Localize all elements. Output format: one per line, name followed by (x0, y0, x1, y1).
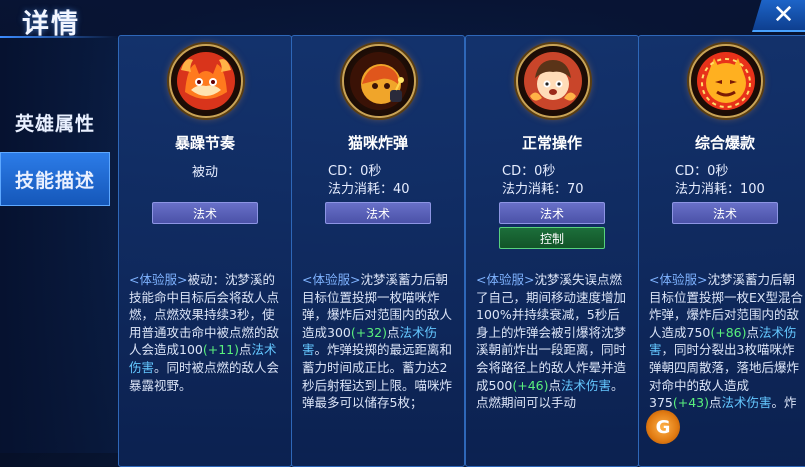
skill-name: 暴躁节奏 (174, 134, 235, 152)
skill-name: 正常操作 (521, 134, 582, 152)
surprised-hero-icon (524, 52, 582, 110)
skill-name: 猫咪炸弹 (347, 134, 408, 152)
tab-hero-attributes[interactable]: 英雄属性 (0, 96, 110, 148)
skill-description: <体验服>沈梦溪失误点燃了自己，期间移动速度增加100%并持续衰减，5秒后身上的… (476, 271, 632, 412)
damage-type-text: 法术伤害 (561, 377, 612, 393)
skill-cooldown: CD：0秒 (675, 164, 729, 179)
skill-description: <体验服>沈梦溪蓄力后朝目标位置投掷一枚喵咪炸弹，爆炸后对范围内的敌人造成300… (302, 271, 458, 412)
description-text: 点 (387, 324, 400, 340)
skill-description: <体验服>被动：沈梦溪的技能命中目标后会将敌人点燃，点燃效果持续3秒，使用普通攻… (129, 271, 285, 394)
skill-name: 综合爆款 (694, 134, 755, 152)
skill-icon-1 (169, 44, 243, 118)
badge-magic: 法术 (672, 202, 778, 224)
description-text: 。炸 (771, 395, 797, 411)
scaling-value: (+43) (672, 395, 709, 411)
skill-icon-2 (342, 44, 416, 118)
skill-card-2: 猫咪炸弹 CD：0秒 法力消耗：40 法术 <体验服>沈梦溪蓄力后朝目标位置投掷… (291, 35, 465, 467)
description-text: 点 (709, 395, 722, 411)
scaling-value: (+32) (350, 324, 387, 340)
site-watermark-logo: G (646, 410, 680, 444)
angry-cat-flame-icon (177, 52, 235, 110)
scaling-value: (+11) (202, 342, 239, 358)
skill-card-1: 暴躁节奏 被动 法术 <体验服>被动：沈梦溪的技能命中目标后会将敌人点燃，点燃效… (118, 35, 292, 467)
badge-control: 控制 (499, 227, 605, 249)
skill-mana-cost: 法力消耗：40 (328, 182, 410, 197)
description-text: 点 (548, 377, 562, 393)
skill-passive-label: 被动 (191, 165, 218, 180)
skill-mana-cost: 法力消耗：70 (502, 182, 584, 197)
skill-mana-cost: 法力消耗：100 (675, 182, 765, 197)
tab-skill-description[interactable]: 技能描述 (0, 152, 110, 206)
server-tag: <体验服> (302, 272, 361, 287)
description-text: 点 (746, 324, 760, 340)
server-tag: <体验服> (649, 272, 708, 287)
skill-card-3: 正常操作 CD：0秒 法力消耗：70 法术 控制 <体验服>沈梦溪失误点燃了自己… (465, 35, 639, 467)
description-text: 沈梦溪失误点燃了自己，期间移动速度增加100%并持续衰减，5秒后身上的炸弹会被引… (476, 272, 627, 393)
skill-cooldown: CD：0秒 (502, 164, 556, 179)
skill-icon-4 (689, 44, 763, 118)
skill-card-4: 综合爆款 CD：0秒 法力消耗：100 法术 <体验服>沈梦溪蓄力后朝目标位置投… (638, 35, 805, 467)
badge-magic: 法术 (325, 202, 431, 224)
description-text: 。炸弹投掷的最远距离和蓄力时间成正比。蓄力达2秒后射程达到上限。喵咪炸弹最多可以… (302, 342, 453, 411)
damage-type-text: 法术伤害 (721, 395, 772, 411)
close-icon: ✕ (772, 0, 795, 30)
description-text: 点 (239, 342, 252, 358)
skill-cooldown: CD：0秒 (328, 164, 382, 179)
badge-magic: 法术 (499, 202, 605, 224)
cat-bomb-icon (350, 52, 408, 110)
skill-icon-3 (516, 44, 590, 118)
badge-magic: 法术 (152, 202, 258, 224)
title-bar: 详情 (0, 0, 805, 40)
sidebar: 英雄属性 技能描述 (0, 38, 119, 453)
skill-description: <体验服>沈梦溪蓄力后朝目标位置投掷一枚EX型混合炸弹，爆炸后对范围内的敌人造成… (649, 271, 805, 412)
server-tag: <体验服> (476, 272, 535, 287)
scaling-value: (+46) (512, 377, 549, 393)
server-tag: <体验服> (129, 272, 188, 287)
exploding-cat-icon (697, 52, 755, 110)
scaling-value: (+86) (710, 324, 747, 340)
